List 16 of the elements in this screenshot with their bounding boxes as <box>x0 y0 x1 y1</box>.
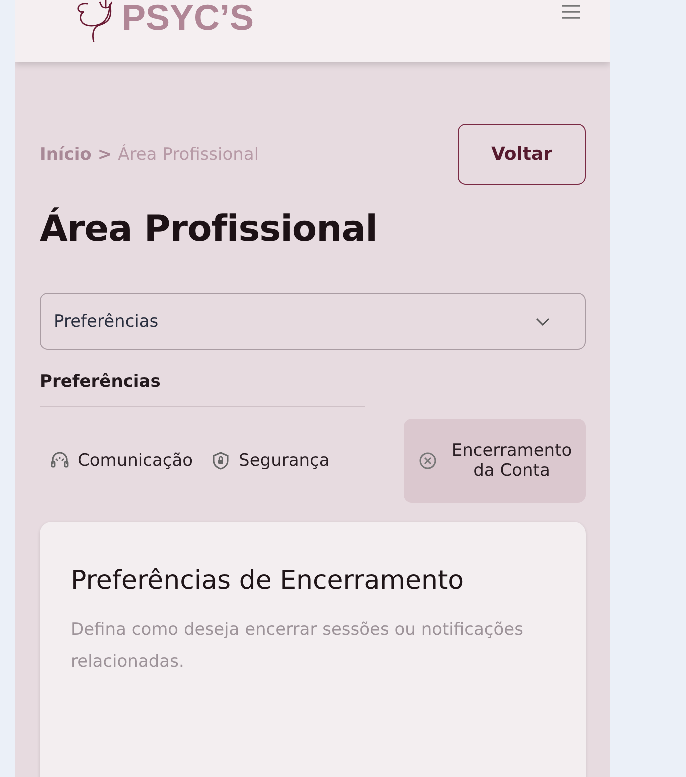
shield-icon <box>211 451 232 471</box>
back-button[interactable]: Voltar <box>458 124 586 185</box>
page-title: Área Profissional <box>40 207 378 252</box>
section-label: Preferências <box>40 372 162 392</box>
tab[interactable]: Comunicação <box>40 419 198 503</box>
card-title: Preferências de Encerramento <box>71 566 466 596</box>
menu-icon[interactable] <box>562 5 580 19</box>
breadcrumb-separator: > <box>98 144 112 164</box>
chevron-down-icon <box>536 318 550 326</box>
card-description: Defina como deseja encerrar sessões ou notificações relacionadas. <box>71 619 524 674</box>
close-circle-icon <box>418 451 438 471</box>
flower-head-logo-icon <box>76 0 114 44</box>
section-select[interactable]: Preferências <box>40 293 586 350</box>
breadcrumb-current: Área Profissional <box>118 144 260 164</box>
tab[interactable]: Segurança <box>201 419 334 503</box>
tab[interactable]: Encerramento da Conta <box>404 419 586 503</box>
